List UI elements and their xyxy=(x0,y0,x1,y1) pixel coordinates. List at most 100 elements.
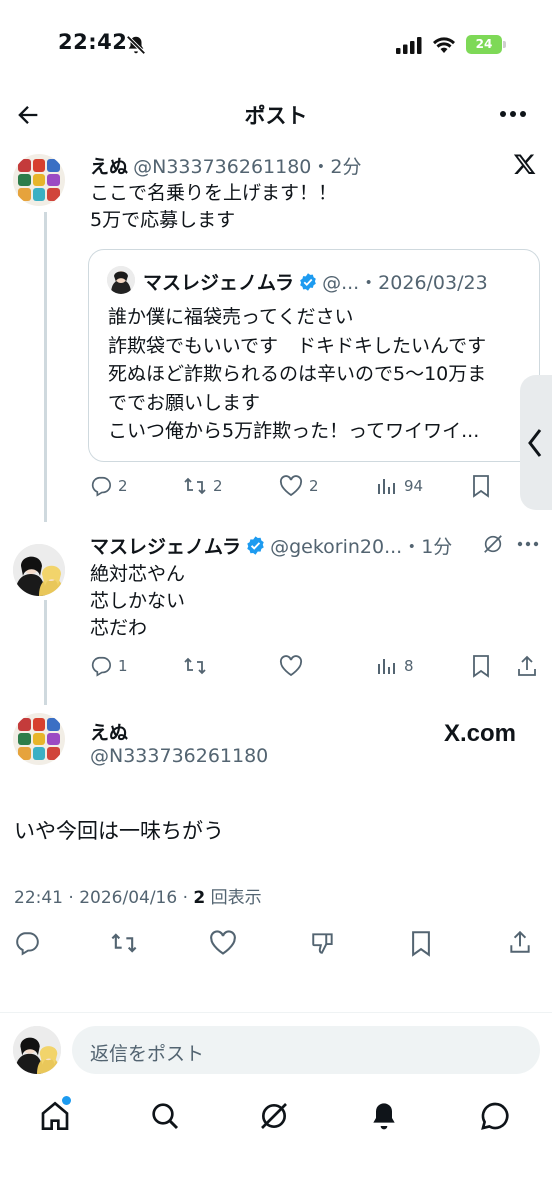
brand-label: X.com xyxy=(444,720,517,747)
share-button[interactable] xyxy=(507,929,533,955)
signal-icon xyxy=(396,37,422,54)
author-name[interactable]: マスレジェノムラ xyxy=(90,532,241,559)
post-line: 芯しかない xyxy=(90,590,186,612)
status-time: 22:42 xyxy=(58,30,128,54)
page-title: ポスト xyxy=(244,104,308,128)
verified-badge-icon xyxy=(245,535,266,556)
avatar[interactable] xyxy=(13,713,65,765)
post-header: えぬ @N333736261180・2分 xyxy=(90,152,361,179)
reply-icon xyxy=(90,655,112,677)
avatar[interactable] xyxy=(13,544,65,596)
post-header: マスレジェノムラ @gekorin20...・1分 xyxy=(90,532,452,559)
grok-icon xyxy=(482,533,504,555)
tab-grok[interactable] xyxy=(258,1100,290,1132)
post-more-button[interactable] xyxy=(517,541,539,547)
dislike-button[interactable] xyxy=(310,930,336,956)
notifications-icon xyxy=(368,1100,400,1132)
reply-input[interactable]: 返信をポスト xyxy=(72,1026,540,1074)
tab-search[interactable] xyxy=(149,1100,181,1132)
share-icon xyxy=(507,929,533,955)
post-line: 絶対芯やん xyxy=(90,563,186,585)
my-avatar[interactable] xyxy=(13,1026,61,1074)
more-icon xyxy=(517,541,539,547)
repost-icon xyxy=(110,930,138,956)
reply-icon xyxy=(14,930,40,956)
views-button[interactable]: 94 xyxy=(376,475,423,497)
reply-button[interactable]: 2 xyxy=(90,475,128,497)
messages-icon xyxy=(479,1100,511,1132)
tab-messages[interactable] xyxy=(479,1100,511,1132)
post-text: いや今回は一味ちがう xyxy=(14,819,224,843)
side-handle[interactable] xyxy=(520,375,552,510)
battery-tip xyxy=(503,41,506,48)
search-icon xyxy=(149,1100,181,1132)
views-button[interactable]: 8 xyxy=(376,655,414,677)
post-text: ここで名乗りを上げます！！ 5万で応募します xyxy=(90,180,337,234)
share-button[interactable] xyxy=(515,654,539,678)
post-line: 芯だわ xyxy=(90,617,148,639)
author-meta: @gekorin20...・1分 xyxy=(270,536,453,558)
dislike-icon xyxy=(310,930,336,956)
post-text: 絶対芯やん 芯しかない 芯だわ xyxy=(90,561,185,642)
views-icon xyxy=(376,655,398,677)
divider xyxy=(0,1012,552,1013)
like-count: 2 xyxy=(309,477,319,495)
timestamp: 22:41 · 2026/04/16 · xyxy=(14,888,194,908)
quote-header: マスレジェノムラ @...・2026/03/23 xyxy=(143,268,488,295)
view-label: 回表示 xyxy=(205,888,262,908)
reply-count: 2 xyxy=(118,477,128,495)
views-count: 94 xyxy=(404,477,424,495)
like-icon xyxy=(209,930,237,956)
post-line: ここで名乗りを上げます！！ xyxy=(90,182,338,204)
tab-notifications[interactable] xyxy=(368,1100,400,1132)
quote-line: 死ぬほど詐欺られるのは辛いので5〜10万ま xyxy=(108,363,487,385)
quote-line: ででお願いします xyxy=(108,391,261,414)
repost-icon xyxy=(183,475,207,497)
views-icon xyxy=(376,475,398,497)
thread-line xyxy=(44,212,47,522)
reply-count: 1 xyxy=(118,657,128,675)
author-handle[interactable]: @N333736261180 xyxy=(90,745,268,767)
like-icon xyxy=(279,655,303,677)
share-icon xyxy=(515,654,539,678)
quote-text: 誰か僕に福袋売ってください 詐欺袋でもいいです ドキドキしたいんです 死ぬほど詐… xyxy=(108,303,486,446)
post-timestamp: 22:41 · 2026/04/16 · 2 回表示 xyxy=(14,883,262,908)
quote-line: 詐欺袋でもいいです ドキドキしたいんです xyxy=(108,334,487,357)
bookmark-button[interactable] xyxy=(408,930,434,957)
repost-button[interactable]: 2 xyxy=(183,475,223,497)
grok-icon xyxy=(258,1100,290,1132)
like-icon xyxy=(279,475,303,497)
avatar[interactable] xyxy=(13,154,65,206)
reply-button[interactable]: 1 xyxy=(90,655,128,677)
quote-avatar xyxy=(107,266,135,294)
views-count: 8 xyxy=(404,657,414,675)
view-count: 2 xyxy=(193,888,206,908)
verified-badge-icon xyxy=(298,272,318,292)
chevron-left-icon xyxy=(526,427,544,459)
like-button[interactable]: 2 xyxy=(279,475,319,497)
author-name[interactable]: えぬ xyxy=(90,156,128,178)
wifi-icon xyxy=(432,36,456,54)
thread-line xyxy=(44,600,47,705)
like-button[interactable] xyxy=(279,655,303,677)
bookmark-icon xyxy=(470,474,492,498)
bell-slash-icon xyxy=(125,34,147,56)
author-name[interactable]: えぬ xyxy=(90,718,128,745)
grok-button[interactable] xyxy=(482,533,504,555)
quote-author-name: マスレジェノムラ xyxy=(143,272,295,294)
reply-icon xyxy=(90,475,112,497)
quote-meta: @...・2026/03/23 xyxy=(322,272,488,294)
post-line: 5万で応募します xyxy=(90,209,236,231)
bookmark-button[interactable] xyxy=(470,654,492,678)
more-icon xyxy=(499,110,527,118)
author-meta: @N333736261180・2分 xyxy=(133,156,362,178)
bookmark-button[interactable] xyxy=(470,474,492,498)
reply-button[interactable] xyxy=(14,930,40,956)
x-logo-icon xyxy=(513,152,537,176)
battery-indicator: 24 xyxy=(466,35,502,54)
like-button[interactable] xyxy=(209,930,237,956)
repost-button[interactable] xyxy=(183,655,207,677)
repost-button[interactable] xyxy=(110,930,138,956)
more-button[interactable] xyxy=(499,110,527,118)
notification-dot xyxy=(62,1096,71,1105)
